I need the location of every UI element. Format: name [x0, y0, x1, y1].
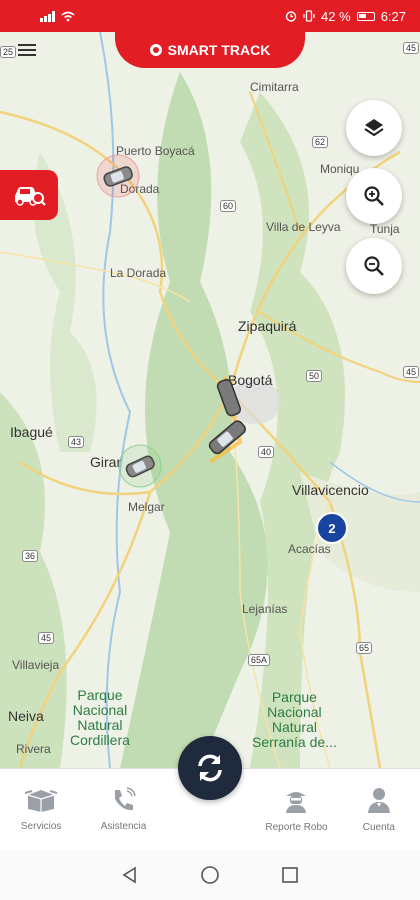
map-label-villa-de-leyva: Villa de Leyva — [266, 220, 341, 234]
map-label-melgar: Melgar — [128, 500, 165, 514]
nav-label-cuenta: Cuenta — [362, 822, 395, 833]
layers-icon — [364, 119, 384, 137]
phone-call-icon — [114, 787, 136, 811]
vehicle-search-button[interactable] — [0, 170, 58, 220]
car-search-icon — [15, 187, 46, 206]
nav-label-servicios: Servicios — [20, 821, 62, 832]
road-shield-25: 25 — [0, 46, 17, 58]
nav-item-cuenta[interactable]: Cuenta — [338, 769, 420, 850]
road-shield-65: 65 — [356, 642, 373, 654]
road-shield-62: 62 — [312, 136, 329, 148]
road-shield-45: 45 — [38, 632, 55, 644]
app-header: SMART TRACK — [115, 32, 305, 68]
map-label-cimitarra: Cimitarra — [250, 80, 299, 94]
vehicle-marker-bogota-group[interactable] — [196, 368, 260, 464]
road-shield-50: 50 — [306, 370, 323, 382]
nav-item-asistencia[interactable]: Asistencia — [82, 769, 164, 850]
nav-label-asistencia: Asistencia — [100, 821, 147, 832]
recents-icon[interactable] — [280, 865, 300, 885]
road-shield-43: 43 — [68, 436, 85, 448]
user-account-icon — [367, 788, 390, 813]
clock: 6:27 — [380, 8, 406, 24]
hamburger-menu-icon[interactable] — [18, 44, 36, 56]
road-shield-45-east: 45 — [403, 366, 420, 378]
map-label-moniquira: Moniqu — [320, 162, 360, 176]
vehicle-cluster[interactable]: 2 — [316, 512, 348, 544]
road-shield-45-top: 45 — [403, 42, 420, 54]
map-label-la-dorada: La Dorada — [110, 266, 167, 280]
box-icon — [24, 790, 58, 812]
smart-track-logo-icon — [149, 44, 162, 56]
system-navigation-bar — [0, 850, 420, 900]
battery-percent: 42 % — [321, 8, 351, 24]
battery-icon — [356, 11, 375, 21]
back-icon[interactable] — [120, 865, 140, 885]
road-shield-60: 60 — [220, 200, 237, 212]
layers-button[interactable] — [346, 100, 402, 156]
vibrate-icon — [303, 10, 315, 22]
map-label-zipaquira: Zipaquirá — [238, 318, 297, 334]
refresh-button[interactable] — [178, 736, 242, 800]
map-label-lejanias: Lejanías — [242, 602, 288, 616]
nav-label-reporte-robo: Reporte Robo — [265, 822, 328, 833]
map-label-acacias: Acacías — [288, 542, 331, 556]
alarm-icon — [285, 11, 297, 22]
map-label-neiva: Neiva — [8, 708, 44, 724]
zoom-in-button[interactable] — [346, 168, 402, 224]
thief-icon — [286, 792, 307, 813]
refresh-icon — [198, 754, 222, 782]
road-shield-65a: 65A — [248, 654, 271, 666]
app-title: SMART TRACK — [167, 42, 271, 58]
status-bar: 42 % 6:27 — [0, 0, 420, 32]
road-shield-36: 36 — [22, 550, 39, 562]
map-label-villavicencio: Villavicencio — [292, 482, 369, 498]
vehicle-marker-girardot[interactable] — [116, 442, 164, 490]
map-label-tunja: Tunja — [370, 222, 400, 236]
road-shield-40: 40 — [258, 446, 275, 458]
nav-item-reporte-robo[interactable]: Reporte Robo — [255, 769, 337, 850]
nav-item-servicios[interactable]: Servicios — [0, 769, 82, 850]
zoom-out-icon — [364, 256, 384, 276]
zoom-out-button[interactable] — [346, 238, 402, 294]
signal-indicators — [40, 10, 75, 22]
map-label-villavieja: Villavieja — [12, 658, 60, 672]
wifi-icon — [61, 11, 75, 21]
map-label-ibague: Ibagué — [10, 424, 53, 440]
vehicle-marker-puerto-boyaca[interactable] — [94, 152, 142, 200]
map-label-rivera: Rivera — [16, 742, 51, 756]
cell-signal-icon — [40, 10, 55, 22]
map-label-park-serrania: Parque Nacional Natural Serranía de... — [252, 689, 337, 750]
map-label-park-cordillera: Parque Nacional Natural Cordillera — [70, 687, 130, 748]
home-icon[interactable] — [200, 865, 220, 885]
zoom-in-icon — [364, 186, 384, 206]
